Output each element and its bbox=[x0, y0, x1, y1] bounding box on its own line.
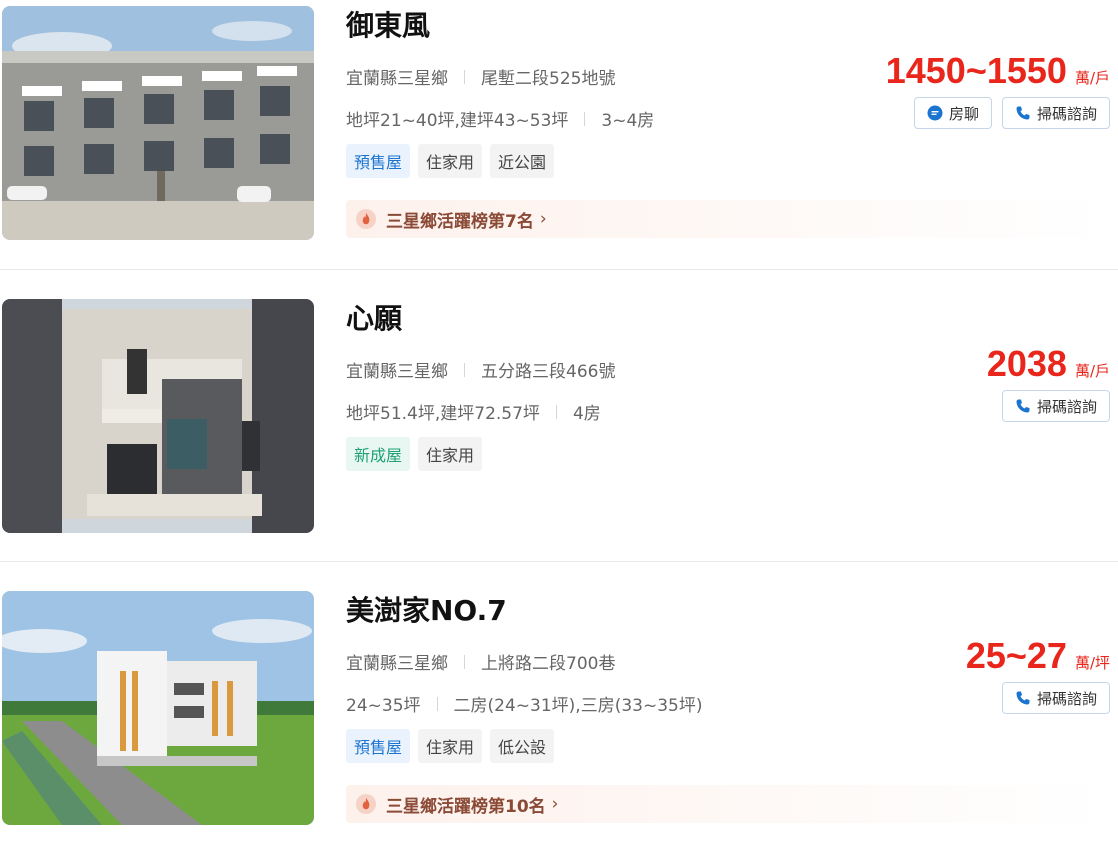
tag-presale: 預售屋 bbox=[346, 144, 411, 178]
scan-consult-button[interactable]: 掃碼諮詢 bbox=[1001, 390, 1110, 422]
listing-price: 25~27 萬/坪 bbox=[966, 635, 1110, 677]
tag-presale: 預售屋 bbox=[346, 729, 411, 763]
separator bbox=[464, 69, 465, 84]
flame-icon bbox=[356, 794, 376, 814]
listing-card[interactable]: 御東風 宜蘭縣三星鄉 尾塹二段525地號 地坪21~40坪,建坪43~53坪 3… bbox=[0, 0, 1118, 270]
price-value: 25~27 bbox=[965, 635, 1067, 676]
listing-price: 1450~1550 萬/戶 bbox=[886, 50, 1110, 92]
chat-bubble-icon bbox=[927, 105, 943, 121]
chevron-right-icon: › bbox=[551, 794, 559, 814]
listing-location-row: 宜蘭縣三星鄉 尾塹二段525地號 bbox=[346, 64, 615, 89]
price-value: 1450~1550 bbox=[885, 50, 1067, 91]
listing-location: 宜蘭縣三星鄉 bbox=[346, 69, 448, 89]
listing-card[interactable]: 美澍家NO.7 宜蘭縣三星鄉 上將路二段700巷 24~35坪 二房(24~31… bbox=[0, 585, 1118, 855]
price-value: 2038 bbox=[986, 343, 1067, 384]
divider bbox=[0, 269, 1118, 270]
separator bbox=[464, 362, 465, 377]
listing-address: 上將路二段700巷 bbox=[481, 654, 616, 674]
listing-sizes: 24~35坪 bbox=[346, 696, 421, 716]
scan-consult-label: 掃碼諮詢 bbox=[1036, 397, 1097, 416]
listing-location: 宜蘭縣三星鄉 bbox=[346, 654, 448, 674]
listing-tags: 預售屋 住家用 低公設 bbox=[346, 729, 555, 763]
price-unit: 萬/坪 bbox=[1074, 654, 1110, 672]
listing-tags: 預售屋 住家用 近公園 bbox=[346, 144, 555, 178]
listing-sizes: 地坪51.4坪,建坪72.57坪 bbox=[346, 404, 540, 424]
rank-banner[interactable]: 三星鄉活躍榜第7名 › bbox=[346, 200, 1110, 238]
listing-size-row: 地坪21~40坪,建坪43~53坪 3~4房 bbox=[346, 106, 654, 131]
divider bbox=[0, 561, 1118, 562]
listing-title[interactable]: 美澍家NO.7 bbox=[346, 589, 507, 629]
listing-actions: 掃碼諮詢 bbox=[1001, 390, 1110, 422]
listing-rooms: 3~4房 bbox=[601, 111, 655, 131]
listing-address: 尾塹二段525地號 bbox=[481, 69, 616, 89]
listing-rooms: 4房 bbox=[572, 404, 601, 424]
listing-title[interactable]: 心願 bbox=[346, 297, 402, 337]
rank-banner[interactable]: 三星鄉活躍榜第10名 › bbox=[346, 785, 1110, 823]
listing-price: 2038 萬/戶 bbox=[987, 343, 1110, 385]
listing-card[interactable]: 心願 宜蘭縣三星鄉 五分路三段466號 地坪51.4坪,建坪72.57坪 4房 … bbox=[0, 293, 1118, 563]
tag-residential: 住家用 bbox=[418, 144, 483, 178]
listing-location: 宜蘭縣三星鄉 bbox=[346, 362, 448, 382]
rank-text: 三星鄉活躍榜第7名 bbox=[386, 211, 534, 232]
phone-icon bbox=[1016, 106, 1030, 120]
tag-low-common-area: 低公設 bbox=[490, 729, 555, 763]
listing-title[interactable]: 御東風 bbox=[346, 4, 430, 44]
tag-residential: 住家用 bbox=[418, 729, 483, 763]
chat-button-label: 房聊 bbox=[948, 104, 979, 123]
listing-location-row: 宜蘭縣三星鄉 上將路二段700巷 bbox=[346, 649, 615, 674]
listing-tags: 新成屋 住家用 bbox=[346, 437, 483, 471]
price-unit: 萬/戶 bbox=[1074, 69, 1110, 87]
separator bbox=[464, 654, 465, 669]
tag-residential: 住家用 bbox=[418, 437, 483, 471]
tag-new-build: 新成屋 bbox=[346, 437, 411, 471]
listing-address: 五分路三段466號 bbox=[481, 362, 616, 382]
phone-icon bbox=[1016, 691, 1030, 705]
listing-photo[interactable] bbox=[2, 299, 314, 533]
tag-near-park: 近公園 bbox=[490, 144, 555, 178]
listing-actions: 掃碼諮詢 bbox=[1001, 682, 1110, 714]
listing-photo[interactable] bbox=[2, 6, 314, 240]
chat-button[interactable]: 房聊 bbox=[913, 97, 992, 129]
scan-consult-label: 掃碼諮詢 bbox=[1036, 104, 1097, 123]
scan-consult-button[interactable]: 掃碼諮詢 bbox=[1001, 97, 1110, 129]
listing-sizes: 地坪21~40坪,建坪43~53坪 bbox=[346, 111, 569, 131]
listing-size-row: 地坪51.4坪,建坪72.57坪 4房 bbox=[346, 399, 601, 424]
scan-consult-label: 掃碼諮詢 bbox=[1036, 689, 1097, 708]
flame-icon bbox=[356, 209, 376, 229]
chevron-right-icon: › bbox=[539, 209, 547, 229]
separator bbox=[555, 404, 557, 419]
rank-text: 三星鄉活躍榜第10名 bbox=[386, 796, 546, 817]
listing-location-row: 宜蘭縣三星鄉 五分路三段466號 bbox=[346, 357, 615, 382]
scan-consult-button[interactable]: 掃碼諮詢 bbox=[1001, 682, 1110, 714]
phone-icon bbox=[1016, 399, 1030, 413]
separator bbox=[584, 111, 586, 126]
listing-size-row: 24~35坪 二房(24~31坪),三房(33~35坪) bbox=[346, 691, 702, 716]
separator bbox=[436, 696, 438, 711]
price-unit: 萬/戶 bbox=[1074, 362, 1110, 380]
listing-actions: 房聊 掃碼諮詢 bbox=[913, 97, 1110, 129]
listing-rooms: 二房(24~31坪),三房(33~35坪) bbox=[453, 696, 703, 716]
listing-photo[interactable] bbox=[2, 591, 314, 825]
